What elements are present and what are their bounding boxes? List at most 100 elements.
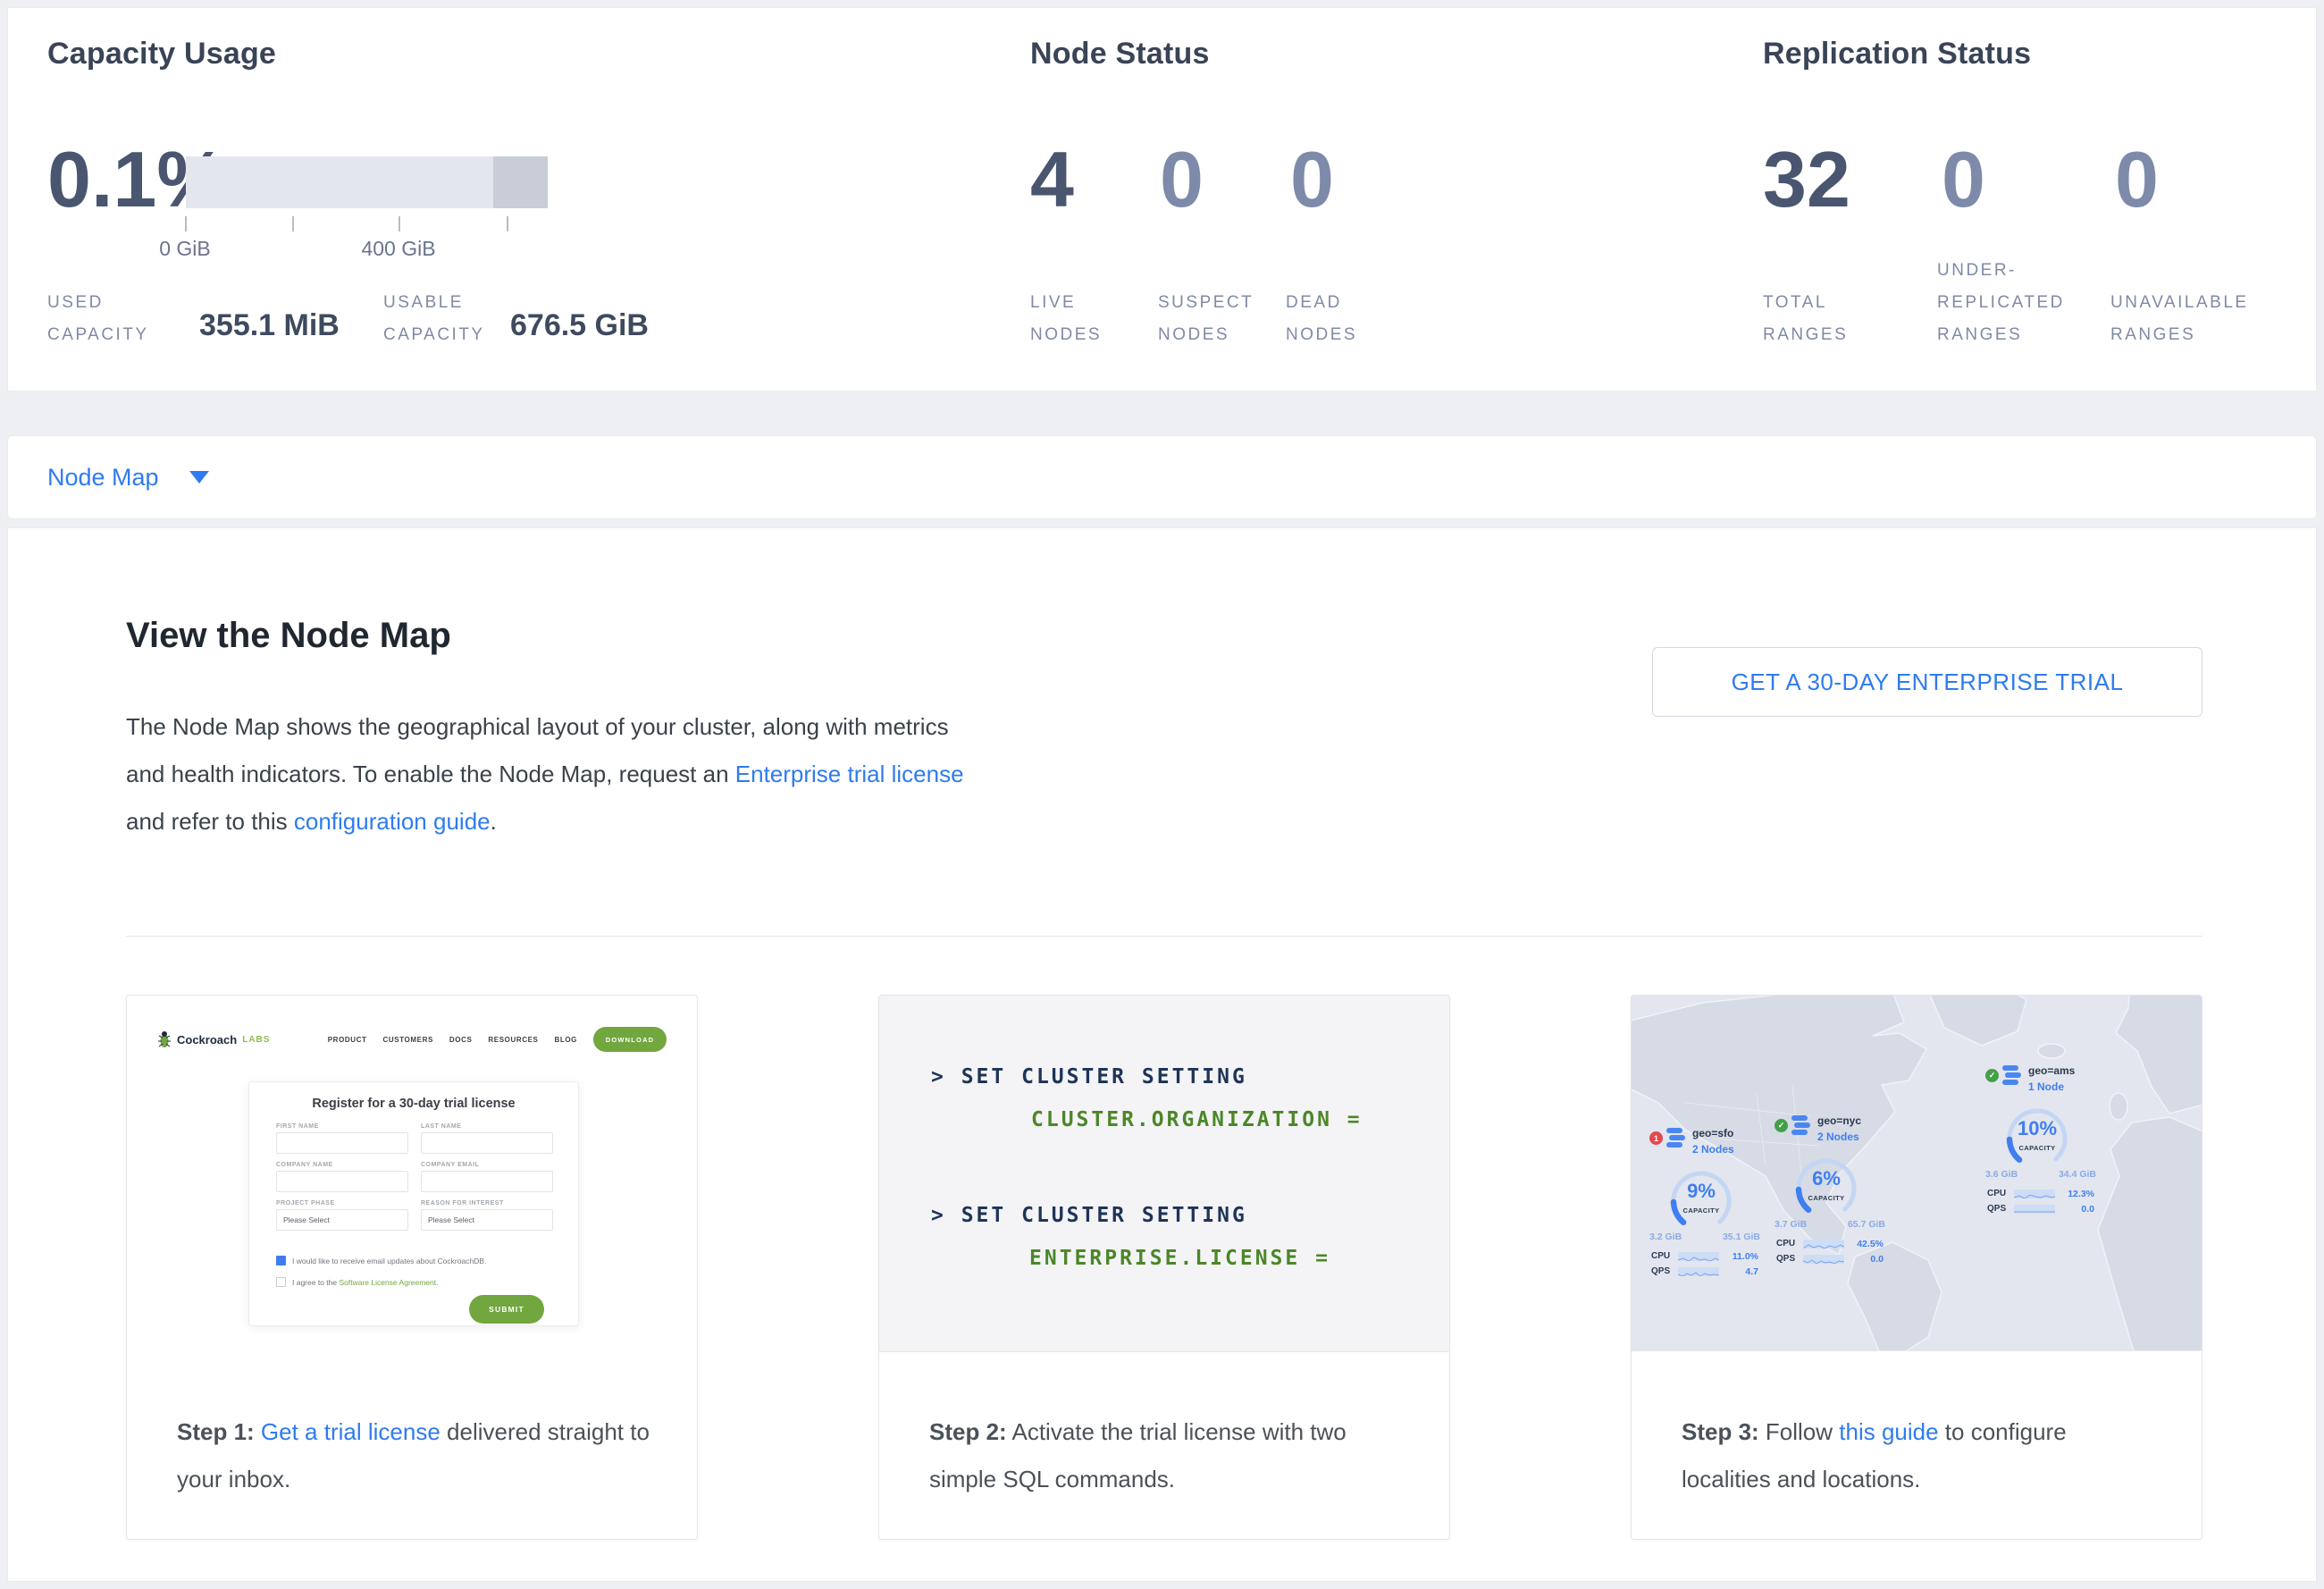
step2-sql-snippet: > SET CLUSTER SETTING CLUSTER.ORGANIZATI… bbox=[879, 996, 1449, 1352]
node-status-title: Node Status bbox=[1030, 37, 1210, 71]
enterprise-trial-license-link[interactable]: Enterprise trial license bbox=[735, 761, 964, 787]
locality-name: geo=ams bbox=[2028, 1064, 2075, 1077]
sql-line-1: > SET CLUSTER SETTING bbox=[931, 1065, 1247, 1089]
capacity-usage-bar bbox=[186, 156, 548, 208]
view-mode-selector[interactable]: Node Map bbox=[7, 435, 2317, 519]
capacity-axis-tick bbox=[399, 216, 400, 231]
dead-nodes-value: 0 bbox=[1290, 135, 1334, 224]
node-map-promo-panel: View the Node Map The Node Map shows the… bbox=[7, 527, 2317, 1582]
healthy-badge-icon: ✓ bbox=[1774, 1119, 1788, 1132]
used-capacity-value: 355.1 MiB bbox=[199, 308, 340, 343]
company-name-field[interactable] bbox=[276, 1171, 408, 1192]
last-name-field[interactable] bbox=[421, 1132, 553, 1154]
capacity-percent: 9% bbox=[1657, 1180, 1746, 1203]
get-trial-license-link[interactable]: Get a trial license bbox=[261, 1418, 440, 1445]
step2-caption: Step 2: Activate the trial license with … bbox=[879, 1351, 1449, 1539]
step1-card: Cockroach LABS PRODUCT CUSTOMERS DOCS RE… bbox=[126, 995, 698, 1540]
nav-item-customers[interactable]: CUSTOMERS bbox=[383, 1036, 433, 1044]
usable-capacity-label: USABLE CAPACITY bbox=[383, 287, 517, 351]
locality-name: geo=nyc bbox=[1817, 1114, 1861, 1127]
trial-registration-form: Register for a 30-day trial license FIRS… bbox=[248, 1081, 579, 1326]
project-phase-label: PROJECT PHASE bbox=[276, 1200, 408, 1206]
cpu-metric-row: CPU 11.0% bbox=[1651, 1251, 1758, 1262]
submit-button[interactable]: SUBMIT bbox=[469, 1295, 544, 1324]
qps-sparkline bbox=[2014, 1205, 2055, 1214]
reason-for-interest-label: REASON FOR INTEREST bbox=[421, 1200, 553, 1206]
total-ranges-label: TOTAL RANGES bbox=[1763, 287, 1870, 351]
capacity-used-gib: 3.7 GiB bbox=[1774, 1219, 1807, 1230]
chevron-down-icon[interactable] bbox=[189, 471, 209, 483]
this-guide-link[interactable]: this guide bbox=[1839, 1418, 1938, 1445]
form-title: Register for a 30-day trial license bbox=[249, 1097, 578, 1111]
mini-site-header: Cockroach LABS PRODUCT CUSTOMERS DOCS RE… bbox=[157, 1021, 667, 1058]
capacity-axis-tick bbox=[292, 216, 294, 231]
used-capacity-label: USED CAPACITY bbox=[47, 287, 168, 351]
reason-for-interest-select[interactable]: Please Select bbox=[421, 1209, 553, 1231]
step1-label: Step 1: bbox=[177, 1418, 255, 1445]
step3-label: Step 3: bbox=[1682, 1418, 1759, 1445]
node-map-description: The Node Map shows the geographical layo… bbox=[126, 703, 988, 845]
sql-line-2: CLUSTER.ORGANIZATION = bbox=[1031, 1108, 1363, 1131]
roach-icon bbox=[157, 1030, 172, 1048]
qps-sparkline bbox=[1678, 1267, 1719, 1276]
total-ranges-value: 32 bbox=[1763, 135, 1850, 224]
qps-metric-row: QPS 0.0 bbox=[1776, 1254, 1884, 1265]
capacity-axis-label-400: 400 GiB bbox=[361, 237, 435, 261]
database-stack-icon bbox=[1665, 1126, 1687, 1151]
database-stack-icon bbox=[1791, 1114, 1812, 1139]
under-replicated-ranges-value: 0 bbox=[1942, 135, 1985, 224]
cockroach-labs-logo[interactable]: Cockroach LABS bbox=[157, 1030, 270, 1048]
sql-line-4: ENTERPRISE.LICENSE = bbox=[1029, 1247, 1330, 1270]
email-updates-checkbox[interactable] bbox=[276, 1256, 286, 1265]
nav-item-resources[interactable]: RESOURCES bbox=[488, 1036, 538, 1044]
nav-item-product[interactable]: PRODUCT bbox=[328, 1036, 367, 1044]
page-title: View the Node Map bbox=[126, 616, 451, 656]
cpu-sparkline bbox=[1678, 1252, 1719, 1261]
capacity-usage-title: Capacity Usage bbox=[47, 37, 276, 71]
project-phase-select[interactable]: Please Select bbox=[276, 1209, 408, 1231]
mini-site-nav: PRODUCT CUSTOMERS DOCS RESOURCES BLOG DO… bbox=[328, 1027, 667, 1052]
section-divider bbox=[126, 936, 2202, 937]
configuration-guide-link[interactable]: configuration guide bbox=[294, 808, 491, 835]
capacity-caption: CAPACITY bbox=[1993, 1144, 2082, 1152]
nav-item-docs[interactable]: DOCS bbox=[449, 1036, 473, 1044]
first-name-field[interactable] bbox=[276, 1132, 408, 1154]
capacity-percent: 10% bbox=[1993, 1117, 2082, 1140]
capacity-bar-nonusable-segment bbox=[493, 156, 548, 208]
cpu-sparkline bbox=[2014, 1190, 2055, 1198]
suspect-nodes-label: SUSPECT NODES bbox=[1158, 287, 1274, 351]
capacity-total-gib: 34.4 GiB bbox=[2059, 1169, 2096, 1180]
license-agreement-label: I agree to the Software License Agreemen… bbox=[292, 1278, 439, 1287]
replication-status-title: Replication Status bbox=[1763, 37, 2031, 71]
locality-name: geo=sfo bbox=[1692, 1127, 1733, 1139]
email-updates-row: I would like to receive email updates ab… bbox=[276, 1256, 486, 1265]
nav-item-blog[interactable]: BLOG bbox=[554, 1036, 577, 1044]
capacity-total-gib: 35.1 GiB bbox=[1723, 1232, 1760, 1242]
capacity-used-gib: 3.6 GiB bbox=[1985, 1169, 2018, 1180]
step1-screenshot: Cockroach LABS PRODUCT CUSTOMERS DOCS RE… bbox=[127, 996, 697, 1351]
software-license-agreement-link[interactable]: Software License Agreement. bbox=[339, 1278, 438, 1287]
step2-card: > SET CLUSTER SETTING CLUSTER.ORGANIZATI… bbox=[878, 995, 1450, 1540]
first-name-label: FIRST NAME bbox=[276, 1123, 408, 1130]
database-stack-icon bbox=[2001, 1064, 2023, 1089]
logo-wordmark: Cockroach bbox=[177, 1033, 237, 1047]
get-enterprise-trial-button[interactable]: GET A 30-DAY ENTERPRISE TRIAL bbox=[1652, 647, 2202, 717]
step1-caption: Step 1: Get a trial license delivered st… bbox=[127, 1351, 697, 1539]
capacity-axis-label-0: 0 GiB bbox=[159, 237, 211, 261]
description-text: . bbox=[491, 808, 497, 835]
cluster-overview-page: Capacity Usage 0.1% 0 GiB 400 GiB USED C… bbox=[0, 0, 2324, 1589]
locality-node-count: 2 Nodes bbox=[1817, 1131, 1859, 1143]
step3-card: 1 geo=sfo 2 Nodes 9% CAPACITY bbox=[1631, 995, 2202, 1540]
view-mode-selected-value[interactable]: Node Map bbox=[47, 464, 159, 492]
capacity-axis-tick bbox=[507, 216, 508, 231]
license-agreement-checkbox[interactable] bbox=[276, 1277, 286, 1287]
unavailable-ranges-value: 0 bbox=[2115, 135, 2159, 224]
step2-label: Step 2: bbox=[929, 1418, 1007, 1445]
download-button[interactable]: DOWNLOAD bbox=[593, 1027, 667, 1052]
company-email-field[interactable] bbox=[421, 1171, 553, 1192]
company-email-label: COMPANY EMAIL bbox=[421, 1162, 553, 1168]
logo-labs-text: LABS bbox=[242, 1035, 270, 1045]
last-name-label: LAST NAME bbox=[421, 1123, 553, 1130]
cluster-summary-panel: Capacity Usage 0.1% 0 GiB 400 GiB USED C… bbox=[7, 7, 2317, 391]
license-agreement-row: I agree to the Software License Agreemen… bbox=[276, 1277, 439, 1287]
